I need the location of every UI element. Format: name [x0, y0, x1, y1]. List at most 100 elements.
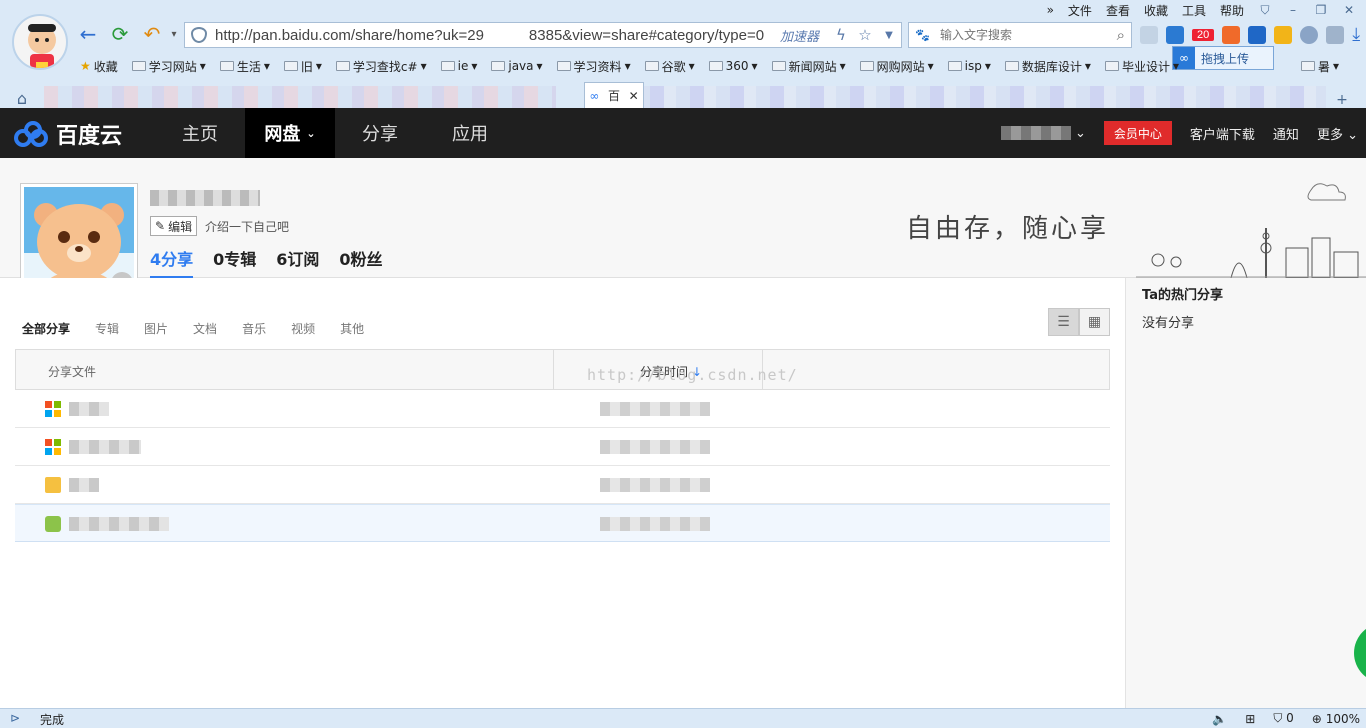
file-name-redacted[interactable] [69, 517, 169, 531]
share-time-redacted [600, 402, 710, 416]
menu-view[interactable]: 查看 [1106, 2, 1130, 19]
filter-other[interactable]: 其他 [340, 320, 364, 337]
skin-icon[interactable]: ⛉ [1258, 3, 1272, 18]
tab-redacted[interactable] [44, 86, 556, 108]
table-row[interactable] [15, 466, 1110, 504]
filter-images[interactable]: 图片 [144, 320, 168, 337]
table-row[interactable] [15, 504, 1110, 542]
bookmark-folder[interactable]: 旧 ▾ [283, 58, 322, 75]
volume-icon[interactable]: 🔈 [1212, 712, 1227, 726]
menu-favorites[interactable]: 收藏 [1144, 2, 1168, 19]
menu-file[interactable]: 文件 [1068, 2, 1092, 19]
menu-tools[interactable]: 工具 [1182, 2, 1206, 19]
edit-profile-button[interactable]: ✎ 编辑 [150, 216, 198, 236]
bookmark-label: 旧 [300, 59, 313, 74]
puzzle-icon[interactable] [1140, 25, 1158, 44]
bookmark-folder[interactable]: 毕业设计 ▾ [1104, 58, 1179, 75]
address-bar[interactable]: http://pan.baidu.com/share/home?uk=29 83… [184, 22, 902, 48]
star-icon[interactable]: ☆ [853, 26, 877, 44]
nav-home[interactable]: 主页 [155, 108, 245, 158]
table-row[interactable] [15, 428, 1110, 466]
filter-documents[interactable]: 文档 [193, 320, 217, 337]
grid-view-icon[interactable]: ▦ [1079, 308, 1110, 336]
new-tab-icon[interactable]: + [1332, 92, 1352, 108]
undo-icon[interactable]: ↶ [140, 22, 164, 46]
bookmark-folder[interactable]: isp ▾ [947, 59, 991, 73]
bookmark-folder[interactable]: 学习资料 ▾ [556, 58, 631, 75]
extension-yellow-icon[interactable] [1274, 25, 1293, 44]
bookmark-folder[interactable]: 暑 ▾ [1301, 58, 1339, 75]
bookmark-folder[interactable]: 网购网站 ▾ [859, 58, 934, 75]
bookmark-folder[interactable]: java ▾ [491, 59, 543, 73]
floating-green-button[interactable] [1354, 623, 1366, 683]
profile-intro[interactable]: 介绍一下自己吧 [205, 218, 289, 235]
refresh-icon[interactable]: ⟳ [108, 22, 132, 46]
filter-video[interactable]: 视频 [291, 320, 315, 337]
menu-more-icon[interactable]: » [1047, 3, 1054, 17]
nav-netdisk[interactable]: 网盘 ⌄ [245, 108, 335, 158]
file-name-redacted[interactable] [69, 478, 99, 492]
bookmark-folder[interactable]: 谷歌 ▾ [644, 58, 695, 75]
stat-albums[interactable]: 0专辑 [213, 246, 256, 278]
chevron-down-icon[interactable]: ⌄ [1075, 126, 1086, 141]
filter-music[interactable]: 音乐 [242, 320, 266, 337]
stat-fans[interactable]: 0粉丝 [339, 246, 382, 278]
bookmark-folder[interactable]: 360 ▾ [708, 59, 758, 73]
bookmark-folder[interactable]: 学习网站 ▾ [131, 58, 206, 75]
file-name-redacted[interactable] [69, 440, 141, 454]
search-input[interactable] [939, 28, 1117, 42]
url-text[interactable]: http://pan.baidu.com/share/home?uk=29 83… [215, 27, 780, 44]
extension-chat-icon[interactable] [1300, 25, 1319, 44]
client-download-link[interactable]: 客户端下载 [1190, 124, 1255, 143]
extension-check-icon[interactable] [1248, 25, 1267, 44]
home-icon[interactable]: ⌂ [0, 89, 44, 108]
table-row[interactable] [15, 390, 1110, 428]
browser-user-avatar[interactable] [12, 14, 68, 70]
nav-share[interactable]: 分享 [335, 108, 425, 158]
nav-apps[interactable]: 应用 [425, 108, 515, 158]
zoom-control[interactable]: ⊕ 100% [1312, 712, 1360, 726]
extension-grid-icon[interactable] [1326, 25, 1345, 44]
folder-icon [440, 61, 455, 71]
extension-orange-icon[interactable] [1222, 25, 1241, 44]
minimize-icon[interactable]: – [1286, 3, 1300, 17]
tab-redacted[interactable] [636, 86, 1326, 108]
tab-close-icon[interactable]: ✕ [629, 89, 639, 103]
extension-blue-icon[interactable] [1166, 25, 1184, 44]
search-engine-icon[interactable]: 🐾 [915, 28, 930, 42]
bookmark-folder[interactable]: 生活 ▾ [219, 58, 270, 75]
file-name-redacted[interactable] [69, 402, 109, 416]
tab-active[interactable]: ∞ 百 ✕ [584, 82, 644, 108]
brand-logo[interactable]: 百度云 [14, 118, 122, 150]
bookmark-folder[interactable]: ie ▾ [440, 59, 477, 73]
bookmark-favorites[interactable]: ★ 收藏 [80, 58, 118, 75]
bookmark-folder[interactable]: 新闻网站 ▾ [771, 58, 846, 75]
more-menu[interactable]: 更多 ⌄ [1317, 124, 1358, 143]
adblock-icon[interactable]: ⛉ 0 [1273, 711, 1293, 726]
col-file[interactable]: 分享文件 [48, 363, 96, 380]
stat-subscriptions[interactable]: 6订阅 [276, 246, 319, 278]
bookmark-folder[interactable]: 数据库设计 ▾ [1004, 58, 1091, 75]
search-bar[interactable]: 🐾 ⌕ [908, 22, 1132, 48]
member-center-button[interactable]: 会员中心 [1103, 121, 1172, 145]
download-icon[interactable]: ⤓ [1352, 24, 1360, 45]
screenshot-icon[interactable]: ⊞ [1245, 712, 1255, 726]
menu-help[interactable]: 帮助 [1220, 2, 1244, 19]
stat-shares[interactable]: 4分享 [150, 246, 194, 278]
accelerator-label[interactable]: 加速器 [780, 26, 819, 45]
notification-badge[interactable]: 20 [1192, 28, 1215, 41]
list-view-icon[interactable]: ☰ [1048, 308, 1079, 336]
notify-link[interactable]: 通知 [1273, 124, 1299, 143]
restore-icon[interactable]: ❐ [1314, 3, 1328, 17]
filter-albums[interactable]: 专辑 [95, 320, 119, 337]
filter-all[interactable]: 全部分享 [22, 320, 70, 337]
search-icon[interactable]: ⌕ [1117, 26, 1125, 44]
address-dropdown-icon[interactable]: ▼ [877, 30, 901, 41]
close-window-icon[interactable]: ✕ [1342, 3, 1356, 17]
bookmark-folder[interactable]: 学习查找c# ▾ [335, 58, 427, 75]
undo-dropdown-icon[interactable]: ▾ [162, 22, 186, 46]
sidebar-toggle-icon[interactable]: ⊳ [10, 711, 20, 725]
back-icon[interactable]: ← [76, 22, 100, 46]
lightning-icon[interactable]: ϟ [829, 26, 853, 44]
username-redacted[interactable] [1000, 126, 1071, 140]
